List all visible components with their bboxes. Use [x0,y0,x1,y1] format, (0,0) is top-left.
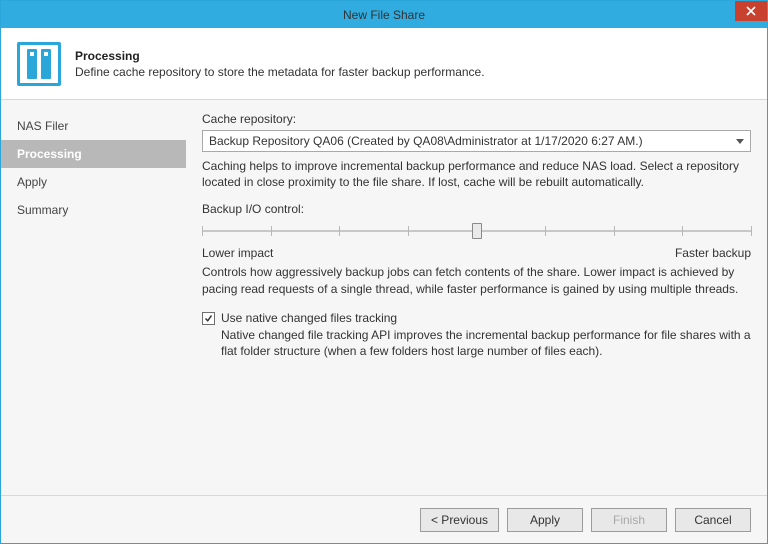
close-button[interactable] [735,1,767,21]
io-lower-impact-label: Lower impact [202,246,273,260]
native-tracking-checkbox[interactable] [202,312,215,325]
previous-button[interactable]: < Previous [420,508,499,532]
io-control-help: Controls how aggressively backup jobs ca… [202,264,751,296]
sidebar-item-summary[interactable]: Summary [1,196,186,224]
sidebar-item-apply[interactable]: Apply [1,168,186,196]
cache-repository-label: Cache repository: [202,112,751,126]
chevron-down-icon [736,139,744,144]
native-tracking-label[interactable]: Use native changed files tracking [221,311,397,325]
wizard-content: Cache repository: Backup Repository QA06… [186,100,767,495]
wizard-footer: < Previous Apply Finish Cancel [1,495,767,543]
wizard-header: Processing Define cache repository to st… [1,28,767,100]
titlebar: New File Share [1,1,767,28]
wizard-steps-sidebar: NAS Filer Processing Apply Summary [1,100,186,495]
header-text: Processing Define cache repository to st… [75,49,751,79]
io-control-label: Backup I/O control: [202,202,751,216]
check-icon [204,314,213,323]
native-tracking-help: Native changed file tracking API improve… [221,327,751,359]
header-description: Define cache repository to store the met… [75,65,751,79]
io-control-slider-labels: Lower impact Faster backup [202,246,751,260]
native-tracking-row: Use native changed files tracking [202,311,751,325]
sidebar-item-nas-filer[interactable]: NAS Filer [1,112,186,140]
wizard-body: NAS Filer Processing Apply Summary Cache… [1,100,767,495]
io-control-slider[interactable] [202,220,751,242]
io-control-slider-thumb[interactable] [472,223,482,239]
wizard-window: New File Share Processing Define cache r… [0,0,768,544]
cache-repository-selected: Backup Repository QA06 (Created by QA08\… [209,134,736,148]
header-title: Processing [75,49,751,63]
cache-repository-help: Caching helps to improve incremental bac… [202,158,751,190]
cache-repository-dropdown[interactable]: Backup Repository QA06 (Created by QA08\… [202,130,751,152]
file-share-icon [17,42,61,86]
sidebar-item-processing[interactable]: Processing [1,140,186,168]
io-faster-backup-label: Faster backup [675,246,751,260]
io-control-slider-area [202,220,751,242]
apply-button[interactable]: Apply [507,508,583,532]
finish-button: Finish [591,508,667,532]
cancel-button[interactable]: Cancel [675,508,751,532]
window-title: New File Share [343,8,425,22]
close-icon [746,6,756,16]
